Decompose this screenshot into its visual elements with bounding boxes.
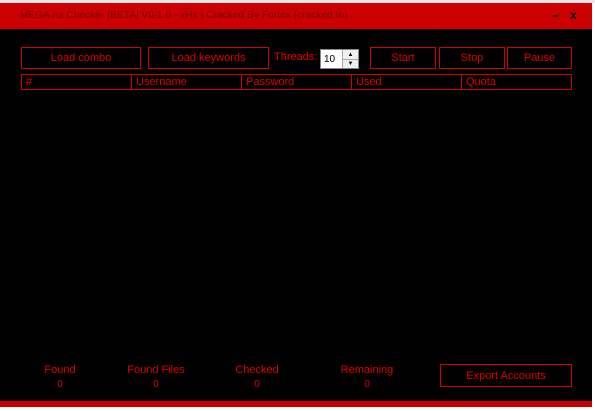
checked-label: Checked [235, 364, 279, 376]
column-header-used[interactable]: Used [352, 75, 462, 89]
column-header-username[interactable]: Username [132, 75, 242, 89]
stepper-down-icon[interactable]: ▼ [343, 59, 358, 68]
bottom-bar [0, 401, 592, 407]
found-value: 0 [57, 379, 63, 390]
export-accounts-button[interactable]: Export Accounts [440, 364, 572, 387]
start-button[interactable]: Start [370, 47, 436, 69]
stepper-buttons: ▲ ▼ [342, 50, 358, 68]
threads-label: Threads: [274, 51, 318, 63]
found-files-value: 0 [153, 379, 159, 390]
window-title: MEGA.nz Checker [BETA] V0.1.0 - xHx | Cr… [20, 10, 348, 21]
threads-value[interactable]: 10 [324, 53, 344, 66]
remaining-value: 0 [364, 379, 370, 390]
title-bar[interactable]: MEGA.nz Checker [BETA] V0.1.0 - xHx | Cr… [0, 3, 592, 29]
found-label: Found [44, 364, 76, 376]
accounts-table-header: # Username Password Used Quota [21, 74, 572, 90]
stop-button[interactable]: Stop [439, 47, 505, 69]
remaining-label: Remaining [340, 364, 394, 376]
column-header-index[interactable]: # [22, 75, 132, 89]
found-files-label: Found Files [127, 364, 185, 376]
column-header-password[interactable]: Password [242, 75, 352, 89]
column-header-quota[interactable]: Quota [462, 75, 571, 89]
checked-value: 0 [254, 379, 260, 390]
found-stat: Found 0 [40, 364, 80, 390]
close-button[interactable]: x [570, 8, 577, 22]
threads-stepper[interactable]: 10 ▲ ▼ [320, 49, 359, 69]
load-combo-button[interactable]: Load combo [21, 47, 141, 69]
found-files-stat: Found Files 0 [126, 364, 186, 390]
app-window: MEGA.nz Checker [BETA] V0.1.0 - xHx | Cr… [0, 3, 592, 407]
minimize-button[interactable]: – [552, 8, 559, 22]
load-keywords-button[interactable]: Load keywords [148, 47, 269, 69]
checked-stat: Checked 0 [232, 364, 282, 390]
remaining-stat: Remaining 0 [337, 364, 397, 390]
pause-button[interactable]: Pause [507, 47, 572, 69]
